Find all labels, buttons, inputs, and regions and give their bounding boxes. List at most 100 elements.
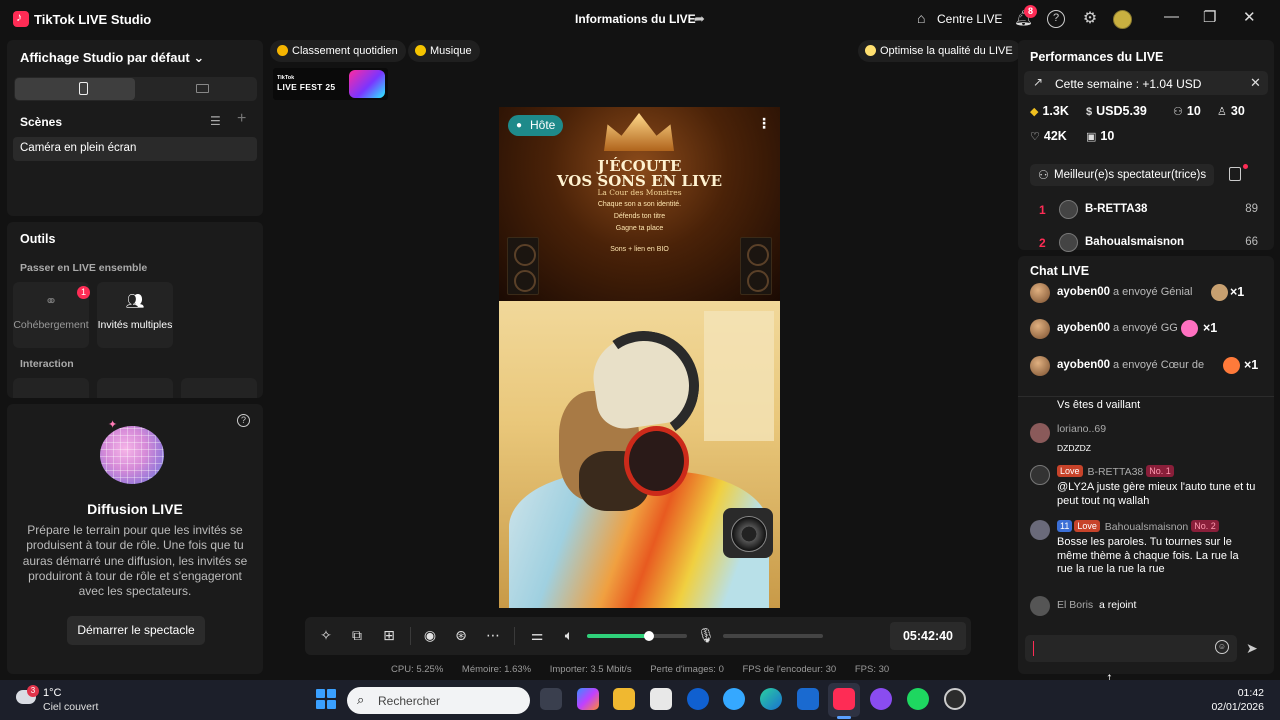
list-doc-icon[interactable] [1229, 167, 1241, 181]
list-icon[interactable]: ☰ [210, 114, 221, 128]
interaction-tool-2[interactable] [97, 378, 173, 398]
centre-live-button[interactable]: Centre LIVE [937, 12, 1002, 26]
studio-panel: Affichage Studio par défaut ⌄ Scènes ☰ +… [7, 40, 263, 216]
restore-icon[interactable]: ❐ [1203, 8, 1216, 26]
studio-layout-dropdown[interactable]: Affichage Studio par défaut ⌄ [20, 50, 204, 66]
crown-icon [604, 113, 674, 151]
audio-app-icon[interactable] [870, 688, 892, 710]
help-icon[interactable]: ? [1047, 10, 1065, 28]
chat-message: 11 Love Bahoualsmaisnon No. 2 Bosse les p… [1030, 520, 1266, 582]
live-together-label: Passer en LIVE ensemble [20, 262, 148, 274]
taskbar-search[interactable]: ⌕ Rechercher [347, 687, 530, 714]
task-view-icon[interactable] [540, 688, 562, 710]
clock[interactable]: 01:42 02/01/2026 [1202, 686, 1264, 714]
lightbulb-icon [865, 45, 876, 56]
edge-icon[interactable] [760, 688, 782, 710]
interaction-tool-1[interactable] [13, 378, 89, 398]
interaction-label: Interaction [20, 358, 74, 370]
store-icon[interactable] [650, 688, 672, 710]
mixer-icon[interactable]: ⚌ [528, 626, 546, 644]
likes-stat: ♡ 42K [1030, 129, 1067, 143]
multi-guest-tool[interactable]: 👥︎ Invités multiples [97, 282, 173, 348]
gear-icon[interactable]: ⚙ [1081, 10, 1099, 28]
hp-icon[interactable] [687, 688, 709, 710]
music-pill[interactable]: Musique [408, 40, 480, 62]
ranking-row[interactable]: 1 B-RETTA38 89 [1030, 200, 1266, 220]
tiktok-studio-icon[interactable] [833, 688, 855, 710]
volume-slider[interactable] [587, 631, 687, 641]
speaker-graphic [507, 237, 539, 295]
avatar [1030, 356, 1050, 376]
diffusion-title: Diffusion LIVE [87, 501, 183, 517]
help-icon[interactable]: ? [237, 414, 250, 427]
more-icon[interactable]: ⋯ [484, 626, 502, 644]
volume-knob[interactable] [644, 631, 654, 641]
add-scene-icon[interactable]: + [237, 110, 246, 128]
portrait-option[interactable] [15, 78, 135, 100]
cohost-tool[interactable]: ⚭ Cohébergement 1 [13, 282, 90, 348]
avatar [1030, 465, 1050, 485]
start-show-button[interactable]: Démarrer le spectacle [67, 616, 205, 645]
microphone-icon[interactable]: 🎙︎ [697, 626, 715, 644]
more-vertical-icon[interactable]: ⋮ [757, 115, 771, 132]
media-icon[interactable]: ⧉ [348, 626, 366, 644]
optimize-quality-pill[interactable]: Optimise la qualité du LIVE [858, 40, 1021, 62]
capture-icon[interactable]: ⊞ [380, 626, 398, 644]
weekly-earnings-banner[interactable]: ↗ Cette semaine : +1.04 USD ✕ [1024, 71, 1268, 95]
heart-icon: ♡ [1030, 131, 1040, 143]
video-preview[interactable]: J'ÉCOUTE VOS SONS EN LIVE La Cour des Mo… [499, 107, 780, 608]
home-icon[interactable]: ⌂ [917, 10, 925, 26]
volume-fill [587, 634, 649, 638]
steam-icon[interactable] [944, 688, 966, 710]
interaction-tool-3[interactable] [181, 378, 257, 398]
tools-panel: Outils Passer en LIVE ensemble ⚭ Cohéber… [7, 222, 263, 398]
weather-temp[interactable]: 1°C [43, 687, 61, 699]
wave-icon [1030, 596, 1050, 616]
speaker-icon[interactable]: 🔈︎ [560, 626, 578, 644]
top-viewers-button[interactable]: Meilleur(e)s spectateur(trice)s [1030, 164, 1215, 186]
notification-badge: 8 [1024, 5, 1037, 18]
dollar-icon: $ [1086, 106, 1093, 118]
gift-icon [1181, 320, 1198, 337]
weather-desc[interactable]: Ciel couvert [43, 701, 98, 713]
emoji-icon[interactable]: ☺ [1215, 640, 1229, 654]
camera-feed [499, 301, 780, 608]
landscape-icon[interactable] [196, 84, 209, 93]
share-icon[interactable]: ➦ [694, 11, 705, 27]
followers-stat: ♙ 30 [1217, 104, 1245, 118]
live-info-button[interactable]: Informations du LIVE [575, 12, 696, 26]
speaker-graphic [740, 237, 772, 295]
mic-slider[interactable] [723, 634, 823, 638]
record-icon[interactable]: ◉ [421, 626, 439, 644]
close-icon[interactable]: ✕ [1250, 75, 1261, 91]
file-explorer-icon[interactable] [613, 688, 635, 710]
weather-app-icon[interactable] [723, 688, 745, 710]
magic-wand-icon[interactable]: ✧ [317, 626, 335, 644]
spotify-icon[interactable] [907, 688, 929, 710]
scene-item[interactable]: Caméra en plein écran [13, 137, 257, 161]
camera-switch-icon[interactable]: ⊛ [452, 626, 470, 644]
chat-input[interactable]: ☺ [1025, 635, 1237, 662]
control-bar: ✧ ⧉ ⊞ ◉ ⊛ ⋯ ⚌ 🔈︎ 🎙︎ 05:42:40 [305, 617, 971, 655]
users-icon: ⚇ [1173, 106, 1183, 118]
chat-message: loriano..69 DZDZDZ [1030, 423, 1266, 455]
daily-ranking-pill[interactable]: Classement quotidien [270, 40, 406, 62]
windows-start-icon[interactable] [316, 689, 336, 709]
copilot-icon[interactable] [577, 688, 599, 710]
avatar [1030, 520, 1050, 540]
close-icon[interactable]: ✕ [1243, 8, 1256, 26]
chat-message: Love B-RETTA38 No. 1 @LY2A juste gère mi… [1030, 465, 1266, 515]
ranking-row[interactable]: 2 Bahoualsmaisnon 66 [1030, 233, 1266, 253]
trend-icon: ↗ [1033, 75, 1044, 89]
avatar[interactable] [1113, 10, 1132, 29]
send-icon[interactable]: ➤ [1246, 640, 1258, 657]
tools-title: Outils [20, 232, 56, 246]
avatar [1030, 283, 1050, 303]
gifters-stat: ▣ 10 [1086, 129, 1115, 143]
outlook-icon[interactable] [797, 688, 819, 710]
live-fest-banner[interactable]: TikTok LIVE FEST 25 [273, 68, 388, 100]
avatar [1030, 319, 1050, 339]
minimize-icon[interactable]: — [1164, 8, 1179, 25]
search-icon: ⌕ [357, 692, 365, 707]
usd-stat: $ USD5.39 [1086, 104, 1147, 118]
